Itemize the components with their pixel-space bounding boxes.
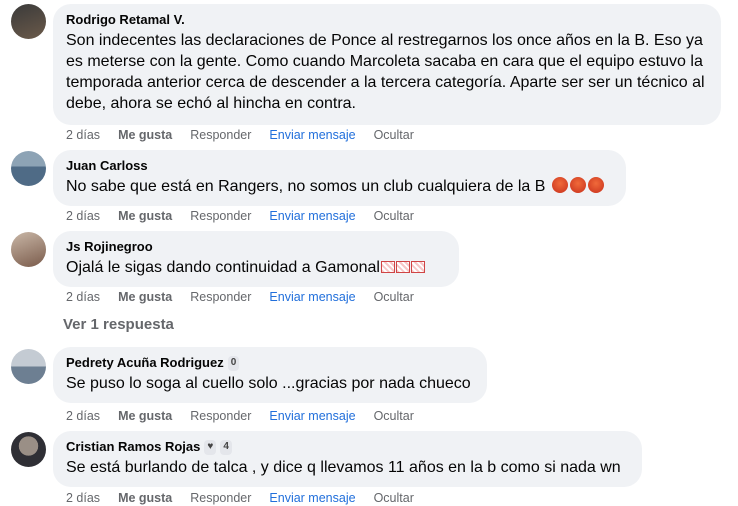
reply-button[interactable]: Responder (190, 408, 251, 424)
comment-actions: 2 días Me gusta Responder Enviar mensaje… (66, 289, 432, 305)
send-message-button[interactable]: Enviar mensaje (269, 208, 355, 224)
hide-button[interactable]: Ocultar (374, 289, 414, 305)
flag-icon (395, 261, 410, 273)
badge-icon: 0 (227, 355, 240, 371)
avatar[interactable] (11, 349, 46, 384)
flag-icon (410, 261, 425, 273)
comment-text: Ojalá le sigas dando continuidad a Gamon… (66, 259, 380, 276)
send-message-button[interactable]: Enviar mensaje (269, 289, 355, 305)
comment-actions: 2 días Me gusta Responder Enviar mensaje… (66, 490, 432, 506)
reply-button[interactable]: Responder (190, 289, 251, 305)
comment-author-row: Cristian Ramos Rojas ♥ 4 (66, 439, 629, 455)
comment-text-row: Ojalá le sigas dando continuidad a Gamon… (66, 257, 446, 278)
hide-button[interactable]: Ocultar (374, 490, 414, 506)
send-message-button[interactable]: Enviar mensaje (269, 490, 355, 506)
heart-badge-icon: ♥ (204, 439, 217, 455)
send-message-button[interactable]: Enviar mensaje (269, 127, 355, 143)
avatar[interactable] (11, 151, 46, 186)
like-button[interactable]: Me gusta (118, 408, 172, 424)
reply-button[interactable]: Responder (190, 490, 251, 506)
hide-button[interactable]: Ocultar (374, 408, 414, 424)
comment-actions: 2 días Me gusta Responder Enviar mensaje… (66, 208, 432, 224)
view-replies-link[interactable]: Ver 1 respuesta (63, 316, 174, 333)
comment-actions: 2 días Me gusta Responder Enviar mensaje… (66, 127, 432, 143)
timestamp[interactable]: 2 días (66, 408, 100, 424)
comment-bubble: Cristian Ramos Rojas ♥ 4 Se está burland… (53, 431, 642, 487)
angry-face-icon (587, 177, 604, 193)
avatar[interactable] (11, 4, 46, 39)
angry-face-icon (551, 177, 568, 193)
comment-bubble: Rodrigo Retamal V. Son indecentes las de… (53, 4, 721, 125)
timestamp[interactable]: 2 días (66, 208, 100, 224)
reply-button[interactable]: Responder (190, 127, 251, 143)
reply-button[interactable]: Responder (190, 208, 251, 224)
send-message-button[interactable]: Enviar mensaje (269, 408, 355, 424)
hide-button[interactable]: Ocultar (374, 208, 414, 224)
angry-face-icon (569, 177, 586, 193)
comment-author-row: Pedrety Acuña Rodriguez 0 (66, 355, 474, 371)
flag-icon (380, 261, 395, 273)
timestamp[interactable]: 2 días (66, 490, 100, 506)
comment-text: Se está burlando de talca , y dice q lle… (66, 459, 621, 476)
comment-author[interactable]: Cristian Ramos Rojas (66, 439, 200, 455)
like-button[interactable]: Me gusta (118, 208, 172, 224)
comment-text: Son indecentes las declaraciones de Ponc… (66, 32, 705, 112)
comment-author[interactable]: Pedrety Acuña Rodriguez (66, 355, 224, 371)
comment-bubble: Js Rojinegroo Ojalá le sigas dando conti… (53, 231, 459, 287)
comment-bubble: Pedrety Acuña Rodriguez 0 Se puso lo sog… (53, 347, 487, 403)
avatar[interactable] (11, 232, 46, 267)
badge-icon: 4 (220, 439, 232, 455)
timestamp[interactable]: 2 días (66, 289, 100, 305)
comment-author[interactable]: Rodrigo Retamal V. (66, 12, 708, 28)
timestamp[interactable]: 2 días (66, 127, 100, 143)
comment-bubble: Juan Carloss No sabe que está en Rangers… (53, 150, 626, 206)
comment-author[interactable]: Juan Carloss (66, 158, 613, 174)
like-button[interactable]: Me gusta (118, 289, 172, 305)
comment-text: Se puso lo soga al cuello solo ...gracia… (66, 375, 471, 392)
comment-actions: 2 días Me gusta Responder Enviar mensaje… (66, 408, 432, 424)
hide-button[interactable]: Ocultar (374, 127, 414, 143)
avatar[interactable] (11, 432, 46, 467)
like-button[interactable]: Me gusta (118, 490, 172, 506)
comment-author[interactable]: Js Rojinegroo (66, 239, 446, 255)
comment-text: No sabe que está en Rangers, no somos un… (66, 178, 546, 195)
comment-text-row: No sabe que está en Rangers, no somos un… (66, 176, 613, 197)
like-button[interactable]: Me gusta (118, 127, 172, 143)
